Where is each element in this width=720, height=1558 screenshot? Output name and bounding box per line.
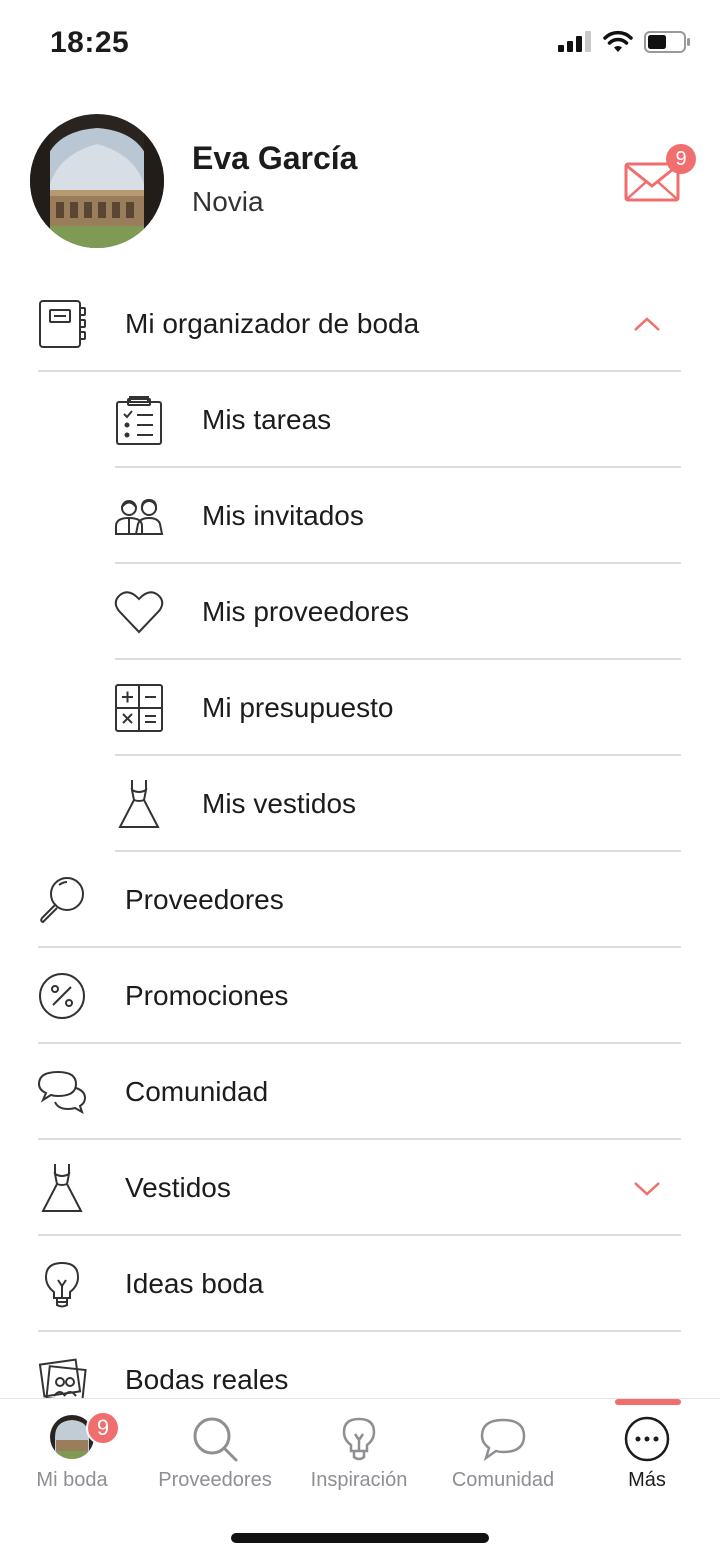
heart-icon: [113, 586, 165, 638]
home-indicator: [231, 1533, 489, 1543]
status-bar: 18:25: [0, 0, 720, 88]
tab-proveedores[interactable]: Proveedores: [143, 1399, 287, 1509]
guests-couple-icon: [113, 490, 165, 542]
more-icon: [624, 1416, 670, 1462]
main-menu: Mi organizador de boda Mis tareas Mis in…: [0, 276, 720, 1428]
status-icons: [558, 30, 692, 54]
menu-item-mi-presupuesto[interactable]: Mi presupuesto: [0, 660, 720, 756]
menu-item-vestidos[interactable]: Vestidos: [0, 1140, 720, 1236]
inbox-badge: 9: [666, 144, 696, 174]
tab-label: Más: [628, 1469, 666, 1491]
menu-item-proveedores[interactable]: Proveedores: [0, 852, 720, 948]
chat-bubble-icon: [480, 1418, 526, 1462]
menu-label: Mis vestidos: [202, 788, 357, 819]
menu-item-mis-vestidos[interactable]: Mis vestidos: [0, 756, 720, 852]
wifi-icon: [603, 30, 633, 52]
menu-item-mis-tareas[interactable]: Mis tareas: [0, 372, 720, 468]
battery-icon: [644, 31, 690, 53]
cellular-signal-icon: [558, 31, 591, 52]
tab-mi-boda[interactable]: 9 Mi boda: [0, 1399, 144, 1509]
menu-item-mis-proveedores[interactable]: Mis proveedores: [0, 564, 720, 660]
lightbulb-icon: [36, 1258, 88, 1310]
calculator-icon: [113, 682, 165, 734]
menu-label: Vestidos: [125, 1172, 231, 1203]
percent-icon: [36, 970, 88, 1022]
profile-header: Eva García Novia 9: [0, 110, 720, 250]
tab-label: Mi boda: [36, 1469, 108, 1491]
menu-label: Promociones: [125, 980, 289, 1011]
tab-label: Comunidad: [451, 1469, 555, 1491]
menu-label: Mi presupuesto: [202, 692, 394, 723]
dress-icon: [113, 778, 165, 830]
tab-comunidad[interactable]: Comunidad: [431, 1399, 575, 1509]
profile-name: Eva García: [192, 140, 358, 176]
clipboard-checklist-icon: [113, 394, 165, 446]
tab-mas[interactable]: Más: [575, 1399, 719, 1509]
menu-label: Bodas reales: [125, 1364, 289, 1395]
menu-label: Proveedores: [125, 884, 284, 915]
avatar[interactable]: [30, 114, 164, 248]
tab-label: Inspiración: [310, 1469, 408, 1491]
chevron-down-icon[interactable]: [632, 1178, 662, 1198]
inbox-button[interactable]: 9: [620, 144, 698, 210]
menu-label: Mi organizador de boda: [125, 308, 420, 339]
menu-label: Mis tareas: [202, 404, 332, 435]
magnifier-icon: [36, 874, 88, 926]
profile-role: Novia: [192, 186, 264, 217]
lightbulb-icon: [342, 1417, 376, 1461]
menu-item-ideas-boda[interactable]: Ideas boda: [0, 1236, 720, 1332]
chat-bubbles-icon: [36, 1066, 88, 1118]
planner-notebook-icon: [36, 298, 88, 350]
menu-label: Mis proveedores: [202, 596, 409, 627]
status-time: 18:25: [50, 26, 130, 59]
menu-item-organizer[interactable]: Mi organizador de boda: [0, 276, 720, 372]
dress-icon: [36, 1162, 88, 1214]
menu-item-comunidad[interactable]: Comunidad: [0, 1044, 720, 1140]
menu-item-mis-invitados[interactable]: Mis invitados: [0, 468, 720, 564]
avatar-photo: [30, 114, 164, 248]
menu-label: Comunidad: [125, 1076, 269, 1107]
search-icon: [193, 1417, 238, 1462]
menu-label: Mis invitados: [202, 500, 364, 531]
tab-inspiracion[interactable]: Inspiración: [287, 1399, 431, 1509]
menu-item-promociones[interactable]: Promociones: [0, 948, 720, 1044]
tab-label: Proveedores: [158, 1469, 272, 1491]
mi-boda-badge: 9: [86, 1411, 120, 1445]
chevron-up-icon[interactable]: [632, 314, 662, 334]
menu-label: Ideas boda: [125, 1268, 264, 1299]
